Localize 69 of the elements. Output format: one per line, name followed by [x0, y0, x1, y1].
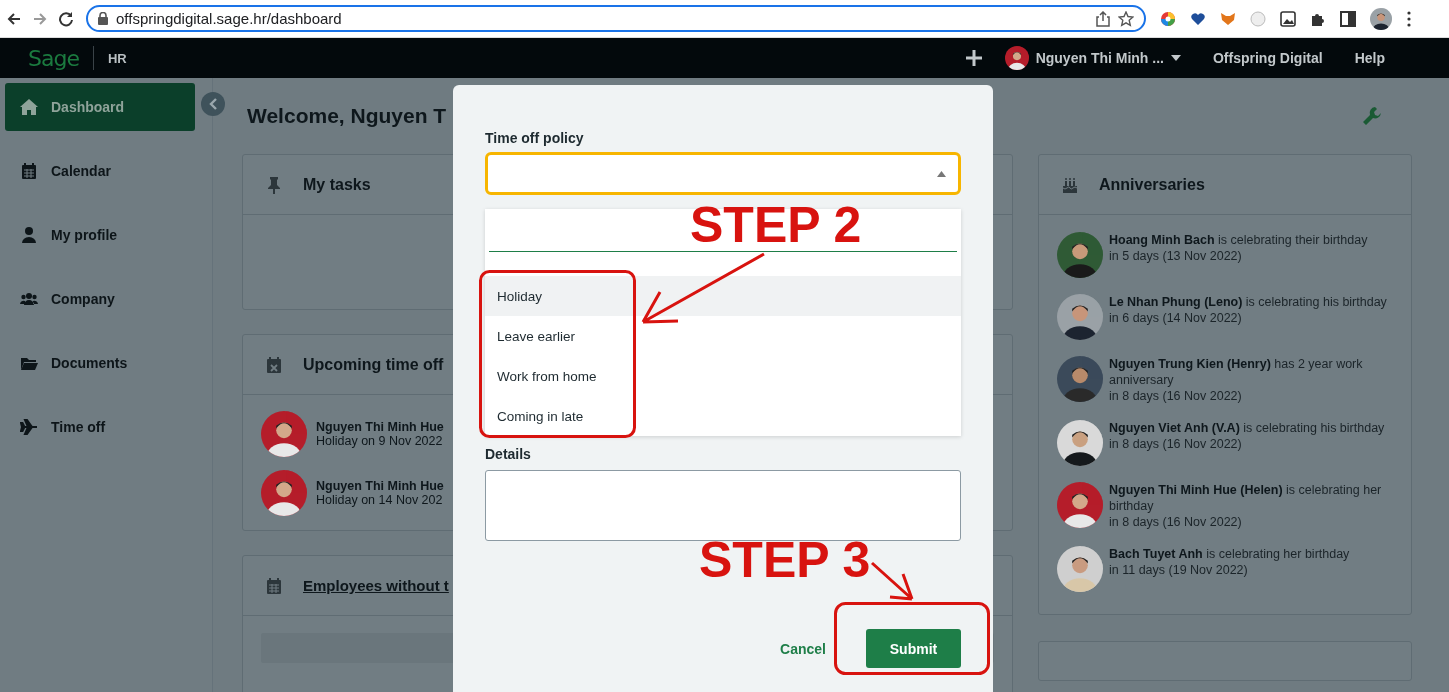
caret-icon[interactable] — [1171, 55, 1181, 61]
anniversary-text: Le Nhan Phung (Leno) is celebrating his birthday — [1109, 294, 1388, 310]
anniversary-date: in 11 days (19 Nov 2022) — [1109, 562, 1249, 578]
back-icon[interactable] — [6, 10, 22, 27]
sidebar-item[interactable]: Time off — [5, 403, 195, 451]
anniversary-date: in 8 days (16 Nov 2022) — [1109, 514, 1243, 530]
submit-button[interactable]: Submit — [866, 629, 961, 668]
fox-icon[interactable] — [1220, 10, 1236, 27]
cake-icon — [1061, 175, 1079, 194]
share-icon[interactable] — [1096, 10, 1110, 27]
collapse-button[interactable] — [201, 92, 225, 116]
company-link[interactable]: Offspring Digital — [1213, 50, 1323, 66]
cancel-link[interactable]: Cancel — [780, 640, 826, 657]
star-icon[interactable] — [1118, 10, 1134, 27]
image-icon[interactable] — [1280, 10, 1296, 27]
plus-icon[interactable] — [964, 49, 983, 67]
step-label: STEP 3 — [699, 535, 871, 585]
dropdown-option[interactable]: Work from home — [485, 356, 961, 396]
home-icon — [20, 98, 38, 116]
employee-name[interactable]: Nguyen Thi Minh Hue — [316, 479, 444, 493]
sidebar-item[interactable]: Dashboard — [5, 83, 195, 131]
address-bar[interactable]: offspringdigital.sage.hr/dashboard — [86, 5, 1146, 32]
person-icon — [20, 226, 38, 244]
dropdown-option[interactable]: Holiday — [485, 276, 961, 316]
chevron-left-icon — [209, 98, 217, 110]
anniversary-text: Hoang Minh Bach is celebrating their birthday — [1109, 232, 1369, 248]
employee-name[interactable]: Nguyen Thi Minh Hue — [316, 420, 444, 434]
heart-icon[interactable] — [1190, 10, 1206, 27]
field-label: Time off policy — [485, 130, 585, 146]
forward-icon[interactable] — [32, 10, 48, 27]
field-label: Details — [485, 446, 532, 462]
anniversary-date: in 6 days (14 Nov 2022) — [1109, 310, 1243, 326]
page-title: Welcome, Nguyen T — [247, 104, 447, 128]
user-name[interactable]: Nguyen Thi Minh ... — [1035, 50, 1164, 66]
side-panel-icon[interactable] — [1340, 10, 1356, 27]
help-link[interactable]: Help — [1354, 50, 1385, 66]
anniversary-text: Nguyen Viet Anh (V.A) is celebrating his birthday — [1109, 420, 1386, 436]
reload-icon[interactable] — [58, 10, 74, 27]
anniversary-date: in 8 days (16 Nov 2022) — [1109, 388, 1243, 404]
module-name: HR — [107, 50, 127, 66]
logo[interactable]: Sage — [28, 45, 79, 71]
annotation-arrow — [870, 561, 916, 603]
calendar-icon — [265, 576, 283, 595]
lock-icon — [98, 12, 108, 25]
sidebar-item[interactable]: Calendar — [5, 147, 195, 195]
people-icon — [20, 290, 38, 308]
calendar-x-icon — [265, 355, 283, 374]
time-off-detail: Holiday on 14 Nov 202 — [316, 493, 444, 507]
card-title: My tasks — [303, 175, 371, 194]
sidebar-item[interactable]: Company — [5, 275, 195, 323]
details-field[interactable] — [485, 470, 961, 541]
sidebar-item[interactable]: Documents — [5, 339, 195, 387]
dropdown-option[interactable]: Coming in late — [485, 396, 961, 436]
sidebar-item[interactable]: My profile — [5, 211, 195, 259]
anniversary-text: Bach Tuyet Anh is celebrating her birthday — [1109, 546, 1351, 562]
step-label: STEP 2 — [690, 200, 862, 250]
more-icon[interactable] — [1406, 10, 1412, 27]
color-wheel-icon[interactable] — [1160, 10, 1176, 27]
time-off-detail: Holiday on 9 Nov 2022 — [316, 434, 444, 448]
dropdown-option[interactable]: Leave earlier — [485, 316, 961, 356]
anniversary-date: in 5 days (13 Nov 2022) — [1109, 248, 1243, 264]
card-title: Upcoming time off — [303, 355, 444, 374]
plane-icon — [20, 418, 38, 436]
calendar-icon — [20, 162, 38, 180]
pin-icon — [265, 175, 283, 194]
card-title-link[interactable]: Employees without t — [303, 577, 449, 594]
card-title: Anniversaries — [1099, 175, 1205, 194]
anniversary-date: in 8 days (16 Nov 2022) — [1109, 436, 1243, 452]
caret-up-icon — [937, 170, 946, 177]
